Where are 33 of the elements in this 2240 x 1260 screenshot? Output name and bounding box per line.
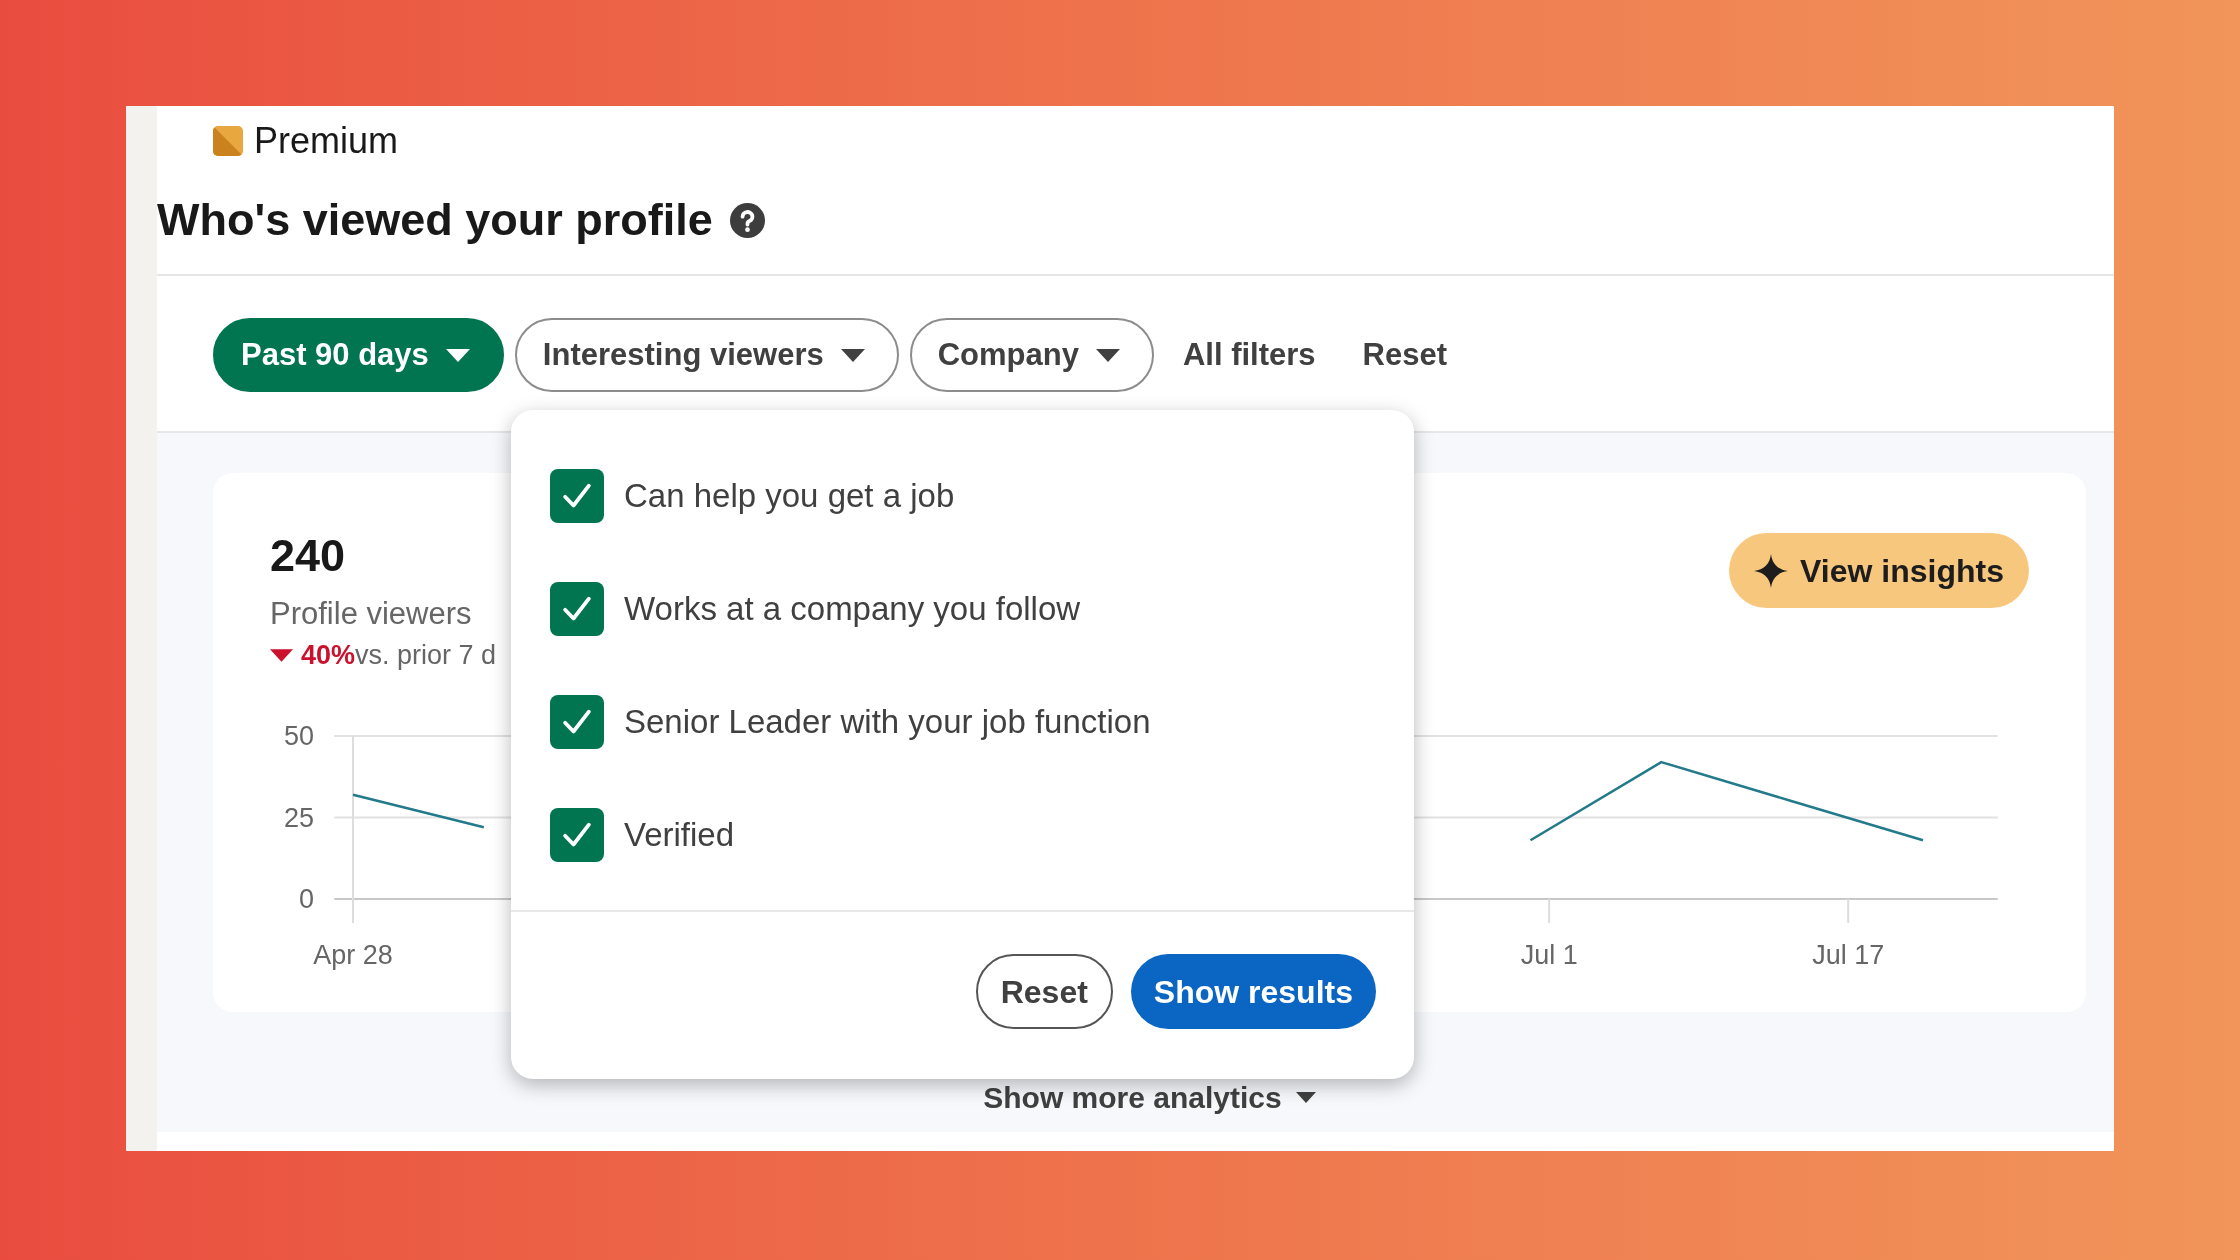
caret-icon: [1095, 348, 1120, 362]
checkbox-label[interactable]: Verified: [624, 810, 735, 860]
checkbox[interactable]: [550, 582, 604, 636]
caret-icon: [1295, 1091, 1316, 1103]
y-axis-label: 25: [283, 802, 314, 833]
count-label: Profile viewers: [270, 595, 473, 633]
filter-link[interactable]: All filters: [1164, 318, 1334, 392]
y-axis-label: 0: [298, 884, 314, 914]
change-percent: 40%: [301, 639, 356, 672]
filter-link[interactable]: Reset: [1344, 318, 1466, 392]
caret-icon: [445, 348, 470, 362]
help-icon[interactable]: [729, 202, 765, 238]
sparkle-icon: [1754, 553, 1789, 588]
y-axis-label: 50: [283, 721, 314, 751]
filter-button[interactable]: Interesting viewers: [514, 318, 899, 392]
logo-icon: [213, 126, 243, 156]
view-insights-button[interactable]: View insights: [1729, 533, 2029, 608]
viewer-count: 240: [270, 531, 347, 581]
change-comparison: vs. prior 7 d: [355, 639, 497, 672]
caret-icon: [840, 348, 865, 362]
reset-button[interactable]: Reset: [975, 954, 1113, 1029]
checkbox-label[interactable]: Can help you get a job: [624, 471, 955, 521]
filter-button[interactable]: Past 90 days: [213, 318, 504, 392]
checkbox[interactable]: [550, 808, 604, 862]
filter-button[interactable]: Company: [909, 318, 1154, 392]
brand-label: Premium: [254, 119, 399, 163]
checkbox[interactable]: [550, 469, 604, 523]
checkbox-label[interactable]: Works at a company you follow: [624, 584, 1081, 634]
show-results-button[interactable]: Show results: [1130, 954, 1376, 1029]
checkbox-label[interactable]: Senior Leader with your job function: [624, 697, 1151, 747]
show-more-link[interactable]: Show more analytics: [983, 1079, 1316, 1115]
checkbox[interactable]: [550, 695, 604, 749]
page-title: Who's viewed your profile: [157, 193, 713, 248]
